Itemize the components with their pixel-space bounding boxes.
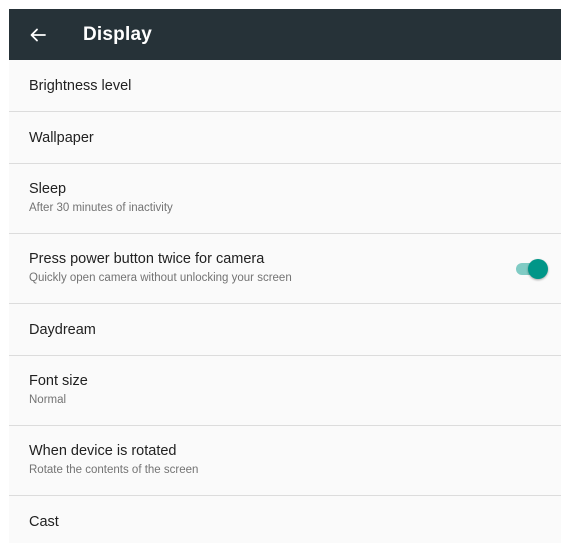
font-size-title: Font size [29, 373, 88, 389]
toggle-thumb [528, 259, 548, 279]
sleep-title: Sleep [29, 181, 67, 197]
camera-gesture-summary: Quickly open camera without unlocking yo… [29, 272, 292, 284]
camera-gesture-item[interactable]: Press power button twice for camera Quic… [9, 234, 561, 304]
rotation-item[interactable]: When device is rotated Rotate the conten… [9, 426, 561, 496]
arrow-back-icon [30, 28, 46, 42]
sleep-summary: After 30 minutes of inactivity [29, 202, 173, 214]
wallpaper-title: Wallpaper [29, 130, 94, 146]
font-size-item[interactable]: Font size Normal [9, 356, 561, 426]
rotation-title: When device is rotated [29, 443, 177, 459]
back-button[interactable] [25, 22, 51, 48]
camera-gesture-toggle[interactable] [515, 259, 549, 279]
display-settings-screen: Display Brightness level Wallpaper Sleep… [9, 9, 561, 543]
cast-item[interactable]: Cast [9, 496, 561, 543]
rotation-summary: Rotate the contents of the screen [29, 464, 199, 476]
settings-list: Brightness level Wallpaper Sleep After 3… [9, 60, 561, 543]
camera-gesture-title: Press power button twice for camera [29, 251, 265, 267]
daydream-item[interactable]: Daydream [9, 304, 561, 356]
sleep-item[interactable]: Sleep After 30 minutes of inactivity [9, 164, 561, 234]
page-title: Display [83, 24, 152, 45]
cast-title: Cast [29, 514, 59, 530]
font-size-summary: Normal [29, 394, 67, 406]
app-toolbar: Display [9, 9, 561, 60]
brightness-level-item[interactable]: Brightness level [9, 60, 561, 112]
wallpaper-item[interactable]: Wallpaper [9, 112, 561, 164]
daydream-title: Daydream [29, 322, 96, 338]
brightness-level-title: Brightness level [29, 78, 132, 94]
